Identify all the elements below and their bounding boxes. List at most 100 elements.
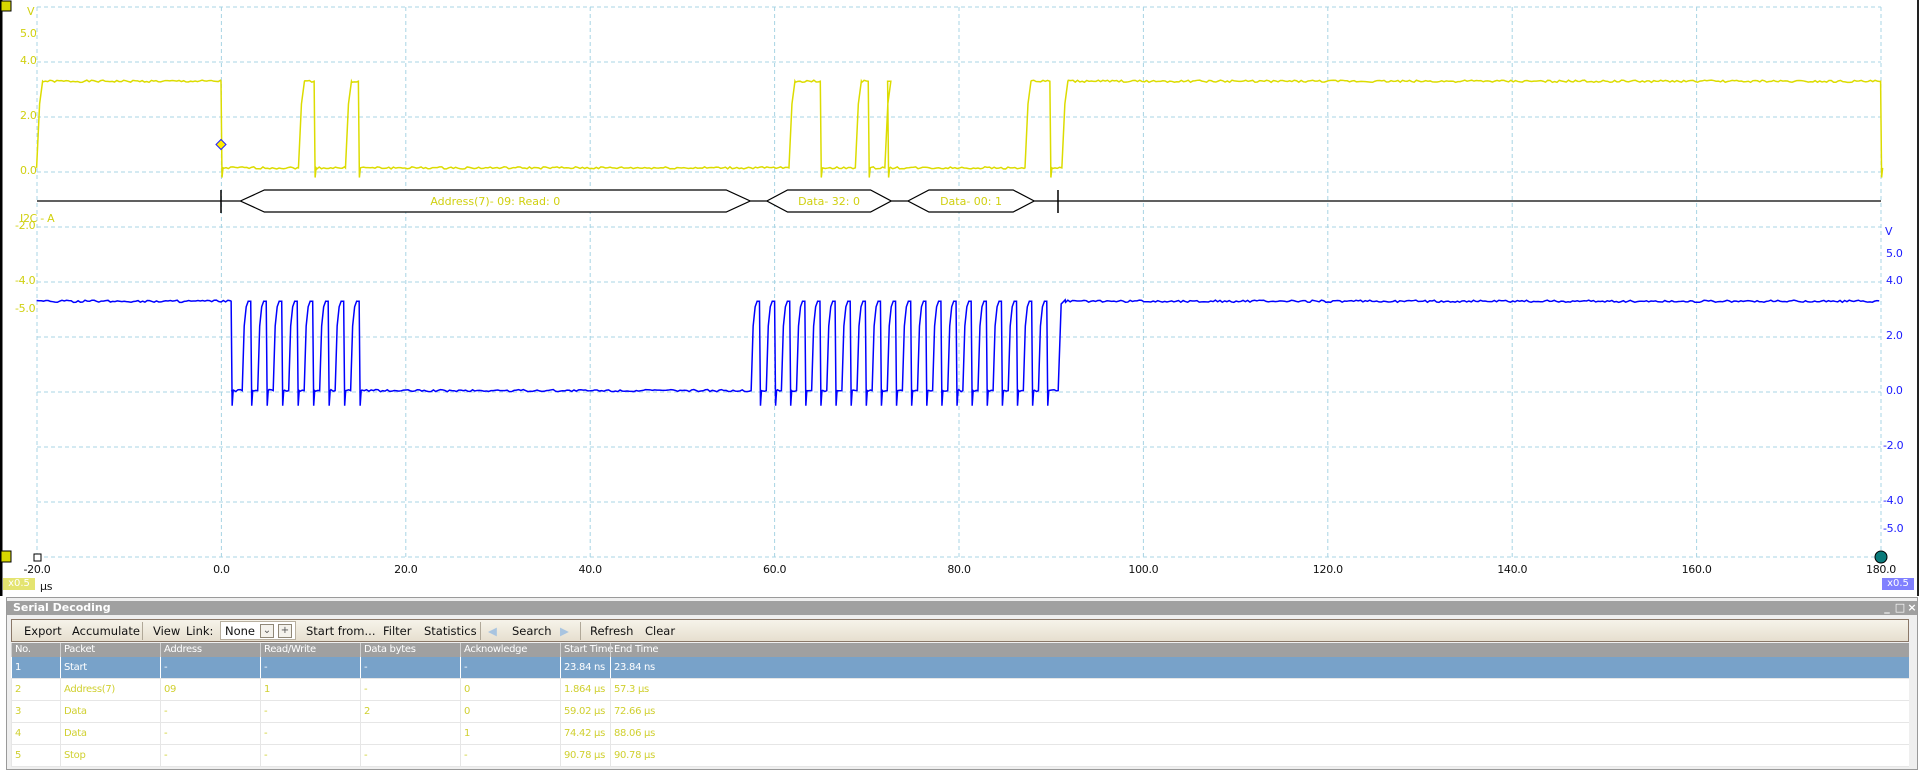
toolbar-separator xyxy=(580,622,581,640)
table-cell xyxy=(360,723,460,744)
column-header[interactable]: No. xyxy=(11,643,60,657)
time-start-marker-icon[interactable] xyxy=(33,553,42,562)
table-cell: 0 xyxy=(460,679,560,700)
table-cell: - xyxy=(260,657,360,678)
channel-a-scale-badge[interactable]: x0.5 xyxy=(3,578,35,590)
table-cell: Stop xyxy=(60,745,160,766)
left-axis-tick: 0.0 xyxy=(20,164,37,177)
x-axis-tick: 140.0 xyxy=(1497,563,1528,576)
table-cell: Data xyxy=(60,701,160,722)
search-previous-icon[interactable]: ◀ xyxy=(488,623,497,639)
table-cell: - xyxy=(260,723,360,744)
channel-a-top-marker-icon[interactable] xyxy=(0,0,12,12)
x-axis-tick: 40.0 xyxy=(578,563,603,576)
x-axis-unit: µs xyxy=(40,580,53,593)
table-cell: 23.84 ns xyxy=(560,657,610,678)
table-cell: 90.78 µs xyxy=(560,745,610,766)
table-cell: 1 xyxy=(260,679,360,700)
view-button[interactable]: View xyxy=(153,623,180,639)
column-header[interactable]: Data bytes xyxy=(360,643,460,657)
table-cell: 2 xyxy=(360,701,460,722)
x-axis-tick: 80.0 xyxy=(947,563,971,576)
left-axis-tick: 4.0 xyxy=(20,54,37,67)
left-axis-tick: 5.0 xyxy=(20,26,37,40)
filter-button[interactable]: Filter xyxy=(383,623,411,639)
search-next-icon[interactable]: ▶ xyxy=(560,623,569,639)
toolbar: Export Accumulate View Link: None ⌄ + St… xyxy=(11,619,1909,642)
refresh-button[interactable]: Refresh xyxy=(590,623,633,639)
table-cell: Data xyxy=(60,723,160,744)
column-header[interactable]: Acknowledge xyxy=(460,643,560,657)
table-cell: - xyxy=(360,745,460,766)
table-cell: 74.42 µs xyxy=(560,723,610,744)
column-header[interactable]: Address xyxy=(160,643,260,657)
sda-trace xyxy=(35,78,1884,178)
x-axis-tick: 100.0 xyxy=(1128,563,1159,576)
table-cell: 09 xyxy=(160,679,260,700)
add-link-button[interactable]: + xyxy=(278,624,292,638)
table-cell: - xyxy=(360,657,460,678)
table-cell: 90.78 µs xyxy=(610,745,1909,766)
table-cell: - xyxy=(160,701,260,722)
table-row[interactable]: 2 Address(7) 09 1-0 1.864 µs 57.3 µs xyxy=(11,679,1909,701)
table-cell: - xyxy=(460,657,560,678)
x-axis-tick: 0.0 xyxy=(213,563,230,576)
x-axis-tick: 120.0 xyxy=(1312,563,1343,576)
minimize-icon[interactable]: _ xyxy=(1881,602,1893,614)
table-cell: 1 xyxy=(11,657,60,678)
table-cell: 5 xyxy=(11,745,60,766)
right-axis-tick: -4.0 xyxy=(1883,494,1904,507)
channel-b-scale-badge[interactable]: x0.5 xyxy=(1882,578,1914,590)
table-cell: 0 xyxy=(460,701,560,722)
table-cell: 1 xyxy=(460,723,560,744)
table-row[interactable]: 5 Stop - - - -90.78 µs 90.78 µs xyxy=(11,745,1909,767)
search-button[interactable]: Search xyxy=(512,623,552,639)
start-from-button[interactable]: Start from... xyxy=(306,623,375,639)
x-axis-tick: 180.0 xyxy=(1866,563,1896,576)
toolbar-separator xyxy=(480,622,481,640)
oscilloscope-display[interactable]: Address(7)- 09: Read: 0 Data- 32: 0 Data- … xyxy=(0,0,1925,596)
x-axis-tick: -20.0 xyxy=(23,563,51,576)
bus-packet-label: Data- 32: 0 xyxy=(798,195,860,208)
table-row[interactable]: 3 Data - -2 0 59.02 µs 72.66 µs xyxy=(11,701,1909,723)
link-dropdown[interactable]: None ⌄ + xyxy=(220,621,296,640)
trigger-marker-icon[interactable] xyxy=(215,138,227,151)
table-cell: 2 xyxy=(11,679,60,700)
table-cell: 3 xyxy=(11,701,60,722)
panel-title: Serial Decoding xyxy=(7,601,1917,615)
table-cell: 88.06 µs xyxy=(610,723,1909,744)
channel-a-offset-marker-icon[interactable] xyxy=(0,550,12,563)
table-cell: - xyxy=(160,723,260,744)
table-row[interactable]: 1 Start - - - -23.84 ns 23.84 ns xyxy=(11,657,1909,679)
table-cell: 59.02 µs xyxy=(560,701,610,722)
table-cell: 72.66 µs xyxy=(610,701,1909,722)
maximize-icon[interactable]: □ xyxy=(1894,602,1906,614)
right-axis-tick: 5.0 xyxy=(1886,246,1903,260)
chevron-down-icon[interactable]: ⌄ xyxy=(260,624,274,638)
column-header[interactable]: End Time xyxy=(610,643,1909,657)
table-cell: 57.3 µs xyxy=(610,679,1909,700)
statistics-button[interactable]: Statistics xyxy=(424,623,477,639)
accumulate-button[interactable]: Accumulate xyxy=(72,623,140,639)
packet-table: No. Packet Address Read/Write Data bytes Ackn… xyxy=(11,643,1909,767)
table-cell: 23.84 ns xyxy=(610,657,1909,678)
right-axis-tick: -5.0 xyxy=(1883,521,1904,535)
table-cell: - xyxy=(260,701,360,722)
right-axis-tick: 4.0 xyxy=(1886,274,1903,287)
close-icon[interactable]: × xyxy=(1906,602,1918,614)
channel-b-offset-marker-icon[interactable] xyxy=(1874,550,1888,564)
column-header[interactable]: Read/Write xyxy=(260,643,360,657)
column-header[interactable]: Packet xyxy=(60,643,160,657)
table-row[interactable]: 4 Data - -1 74.42 µs 88.06 µs xyxy=(11,723,1909,745)
left-axis-tick: 2.0 xyxy=(20,109,37,122)
table-cell: - xyxy=(160,657,260,678)
clear-button[interactable]: Clear xyxy=(645,623,675,639)
decoder-label: I2C - A xyxy=(20,212,55,225)
table-header[interactable]: No. Packet Address Read/Write Data bytes Ackn… xyxy=(11,643,1909,657)
bus-packet-label: Data- 00: 1 xyxy=(940,195,1002,208)
table-cell: - xyxy=(460,745,560,766)
export-button[interactable]: Export xyxy=(24,623,62,639)
column-header[interactable]: Start Time xyxy=(560,643,613,657)
link-dropdown-value: None xyxy=(225,624,256,638)
toolbar-separator xyxy=(142,622,143,640)
